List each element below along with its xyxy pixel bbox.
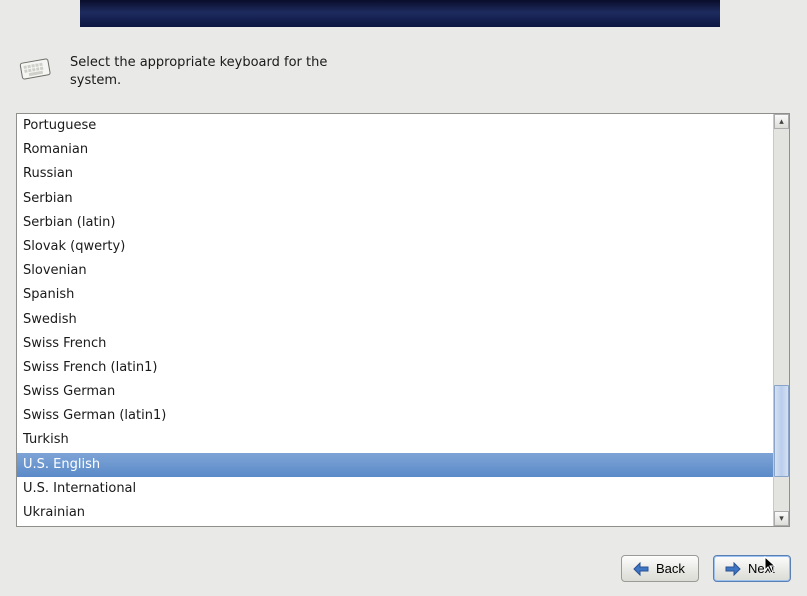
list-item[interactable]: Romanian bbox=[17, 138, 773, 162]
list-item[interactable]: United Kingdom bbox=[17, 525, 773, 526]
list-item[interactable]: U.S. English bbox=[17, 453, 773, 477]
back-button[interactable]: Back bbox=[621, 555, 699, 582]
list-item[interactable]: Swiss German (latin1) bbox=[17, 404, 773, 428]
list-item[interactable]: Ukrainian bbox=[17, 501, 773, 525]
list-item[interactable]: Spanish bbox=[17, 283, 773, 307]
list-item[interactable]: Slovak (qwerty) bbox=[17, 235, 773, 259]
list-item[interactable]: Swiss German bbox=[17, 380, 773, 404]
list-item[interactable]: Turkish bbox=[17, 428, 773, 452]
arrow-right-icon bbox=[724, 562, 742, 576]
scroll-down-button[interactable]: ▾ bbox=[774, 511, 789, 526]
list-item[interactable]: Swiss French (latin1) bbox=[17, 356, 773, 380]
keyboard-icon bbox=[18, 54, 52, 82]
scroll-track[interactable] bbox=[774, 129, 789, 511]
arrow-left-icon bbox=[632, 562, 650, 576]
header: Select the appropriate keyboard for the … bbox=[18, 54, 330, 89]
next-button[interactable]: Next bbox=[713, 555, 791, 582]
footer-buttons: Back Next bbox=[621, 555, 791, 582]
list-item[interactable]: Portuguese bbox=[17, 114, 773, 138]
list-item[interactable]: Russian bbox=[17, 162, 773, 186]
scroll-thumb[interactable] bbox=[774, 385, 789, 477]
list-item[interactable]: U.S. International bbox=[17, 477, 773, 501]
list-item[interactable]: Swedish bbox=[17, 308, 773, 332]
list-item[interactable]: Slovenian bbox=[17, 259, 773, 283]
list-item[interactable]: Serbian (latin) bbox=[17, 211, 773, 235]
scroll-up-button[interactable]: ▴ bbox=[774, 114, 789, 129]
back-button-label: Back bbox=[656, 561, 685, 576]
instruction-text: Select the appropriate keyboard for the … bbox=[70, 54, 330, 89]
banner bbox=[80, 0, 720, 27]
scrollbar[interactable]: ▴ ▾ bbox=[773, 114, 789, 526]
list-item[interactable]: Swiss French bbox=[17, 332, 773, 356]
list-item[interactable]: Serbian bbox=[17, 187, 773, 211]
next-button-label: Next bbox=[748, 561, 775, 576]
keyboard-listbox[interactable]: PortugueseRomanianRussianSerbianSerbian … bbox=[16, 113, 790, 527]
